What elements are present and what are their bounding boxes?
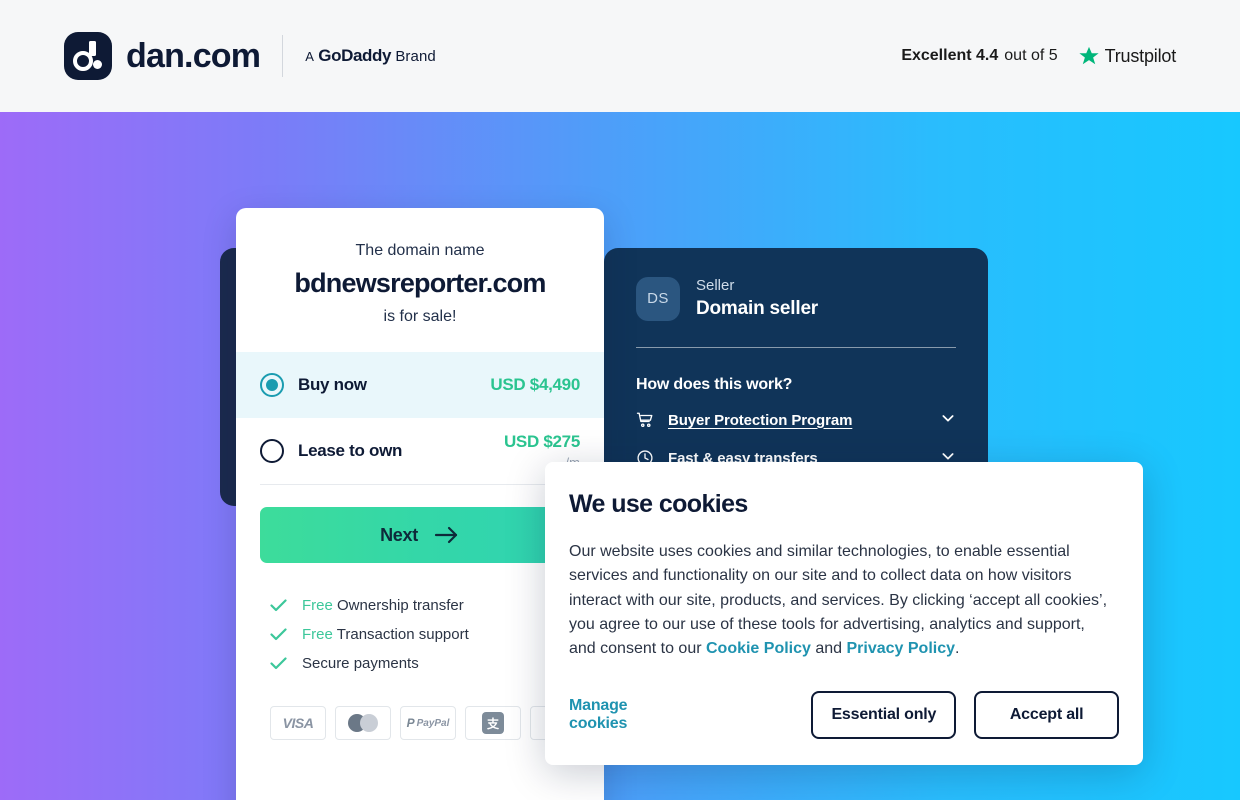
accept-all-button[interactable]: Accept all — [974, 691, 1119, 739]
seller-divider — [636, 347, 956, 349]
buyer-protection-link[interactable]: Buyer Protection Program — [668, 412, 852, 429]
check-icon — [270, 628, 288, 641]
page-header: dan.com A GoDaddy Brand Excellent 4.4 ou… — [0, 0, 1240, 112]
radio-buy-now[interactable] — [260, 373, 284, 397]
paypal-icon: P PayPal — [400, 706, 456, 740]
next-button-label: Next — [380, 524, 418, 545]
manage-cookies-link[interactable]: Manage cookies — [569, 697, 663, 733]
cookie-consent-banner: We use cookies Our website uses cookies … — [545, 462, 1143, 765]
trustpilot-logo: Trustpilot — [1078, 45, 1176, 67]
privacy-policy-link[interactable]: Privacy Policy — [847, 640, 956, 657]
logo-divider — [282, 35, 284, 77]
seller-avatar: DS — [636, 276, 680, 321]
brand-logo[interactable]: dan.com A GoDaddy Brand — [64, 32, 436, 80]
benefit-free-tag: Free — [302, 626, 333, 643]
godaddy-brandline: A GoDaddy Brand — [305, 46, 436, 66]
dan-logo-icon — [64, 32, 112, 80]
alipay-icon: 支 — [465, 706, 521, 740]
radio-lease-to-own[interactable] — [260, 439, 284, 463]
chevron-down-icon[interactable] — [940, 410, 956, 431]
for-sale-text: is for sale! — [383, 308, 457, 325]
check-icon — [270, 657, 288, 670]
how-does-this-work-title: How does this work? — [636, 376, 793, 394]
domain-name-label: The domain name — [355, 242, 485, 259]
domain-header: The domain name bdnewsreporter.com is fo… — [236, 208, 604, 352]
shopping-cart-icon — [636, 411, 660, 429]
cookie-banner-body: Our website uses cookies and similar tec… — [569, 540, 1111, 662]
trustpilot-rating[interactable]: Excellent 4.4 out of 5 Trustpilot — [901, 45, 1176, 67]
cookie-banner-actions: Manage cookies Essential only Accept all — [569, 691, 1119, 739]
benefit-item: Secure payments — [270, 655, 580, 672]
option-lease-price: USD $275 — [503, 432, 580, 451]
check-icon — [270, 599, 288, 612]
cookie-policy-link[interactable]: Cookie Policy — [706, 640, 811, 657]
seller-name: Domain seller — [696, 297, 819, 319]
mastercard-icon — [335, 706, 391, 740]
option-buy-now[interactable]: Buy now USD $4,490 — [236, 352, 604, 418]
benefit-item: Free Transaction support — [270, 626, 580, 643]
brand-brand: Brand — [395, 48, 436, 65]
trustpilot-name: Trustpilot — [1104, 45, 1177, 66]
benefit-item: Free Ownership transfer — [270, 597, 580, 614]
arrow-right-icon — [434, 525, 460, 545]
cookie-body-and: and — [810, 640, 847, 658]
next-button[interactable]: Next — [260, 507, 580, 563]
visa-icon: VISA — [270, 706, 326, 740]
domain-name: bdnewsreporter.com — [294, 268, 546, 298]
benefit-free-tag: Free — [302, 597, 333, 614]
option-buy-now-label: Buy now — [298, 375, 367, 394]
option-lease-label: Lease to own — [298, 441, 403, 460]
benefit-text: Secure payments — [302, 655, 419, 672]
seller-header: DS Seller Domain seller — [636, 276, 956, 321]
trustpilot-star-icon — [1079, 46, 1099, 65]
gradient-stage: DS Seller Domain seller How does this wo… — [0, 112, 1240, 800]
brand-a: A — [305, 49, 314, 64]
seller-label: Seller — [696, 277, 735, 294]
accordion-buyer-protection[interactable]: Buyer Protection Program — [636, 408, 956, 432]
cookie-body-period: . — [955, 640, 960, 658]
option-buy-now-price: USD $4,490 — [490, 375, 580, 394]
benefit-text: Ownership transfer — [337, 597, 464, 614]
benefit-text: Transaction support — [336, 626, 469, 643]
rating-outof: out of 5 — [1004, 47, 1058, 64]
rating-score: Excellent 4.4 — [901, 47, 999, 64]
brand-godaddy: GoDaddy — [318, 46, 392, 65]
essential-only-button[interactable]: Essential only — [811, 691, 957, 739]
logo-text: dan.com — [126, 36, 261, 75]
cookie-banner-title: We use cookies — [569, 490, 748, 518]
